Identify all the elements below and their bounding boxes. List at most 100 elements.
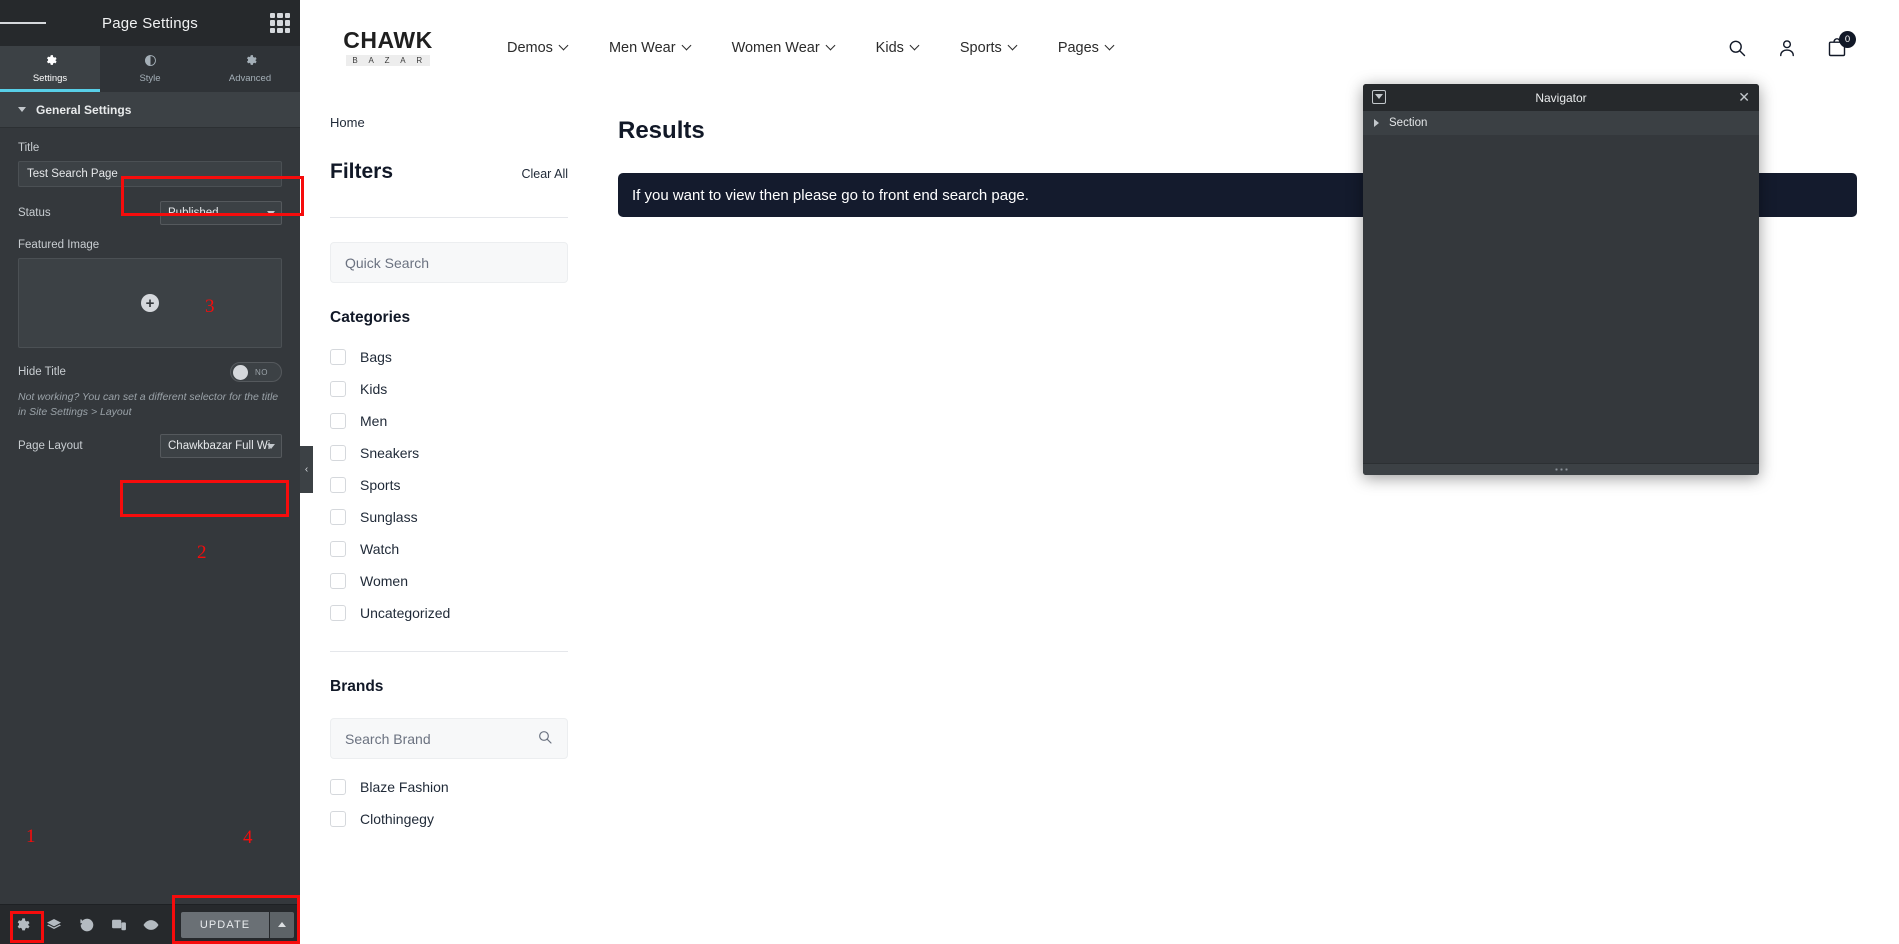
category-row-kids[interactable]: Kids xyxy=(330,373,568,405)
tab-label: Style xyxy=(139,73,161,84)
status-label: Status xyxy=(18,207,51,219)
category-label: Uncategorized xyxy=(360,605,451,621)
checkbox-icon[interactable] xyxy=(330,811,346,827)
category-row-sneakers[interactable]: Sneakers xyxy=(330,437,568,469)
nav-item-women-wear[interactable]: Women Wear xyxy=(711,40,855,56)
checkbox-icon[interactable] xyxy=(330,445,346,461)
checkbox-icon[interactable] xyxy=(330,381,346,397)
logo-line-1: CHAWK xyxy=(343,27,433,53)
title-input[interactable] xyxy=(18,161,282,187)
categories-title: Categories xyxy=(330,309,411,326)
site-logo[interactable]: CHAWK B A Z A R xyxy=(330,29,446,66)
gear-icon[interactable] xyxy=(6,905,38,944)
quick-search-input[interactable]: Quick Search xyxy=(330,242,568,283)
panel-header: Page Settings xyxy=(0,0,300,46)
brand-search-placeholder: Search Brand xyxy=(345,730,431,747)
user-icon[interactable] xyxy=(1777,38,1797,58)
chevron-right-icon[interactable] xyxy=(1374,119,1379,127)
apps-grid-icon[interactable] xyxy=(270,13,290,33)
divider xyxy=(330,217,568,218)
history-icon[interactable] xyxy=(70,905,102,944)
checkbox-icon[interactable] xyxy=(330,573,346,589)
chevron-down-icon xyxy=(267,211,275,216)
plus-icon[interactable]: + xyxy=(141,294,159,312)
cart-count-badge: 0 xyxy=(1839,30,1856,48)
site-header: CHAWK B A Z A R Demos Men Wear Women Wea… xyxy=(300,0,1899,95)
category-label: Sports xyxy=(360,477,401,493)
preview-eye-icon[interactable] xyxy=(135,905,167,944)
site-nav: Demos Men Wear Women Wear Kids Sports Pa… xyxy=(486,40,1134,56)
checkbox-icon[interactable] xyxy=(330,779,346,795)
category-label: Sneakers xyxy=(360,445,420,461)
filters-sidebar: Home Filters Clear All Quick Search Cate… xyxy=(330,95,568,835)
navigator-tree: Section xyxy=(1363,111,1759,463)
checkbox-icon[interactable] xyxy=(330,413,346,429)
page-layout-value: Chawkbazar Full Wi xyxy=(168,440,271,453)
checkbox-icon[interactable] xyxy=(330,349,346,365)
checkbox-icon[interactable] xyxy=(330,605,346,621)
brand-label: Clothingegy xyxy=(360,811,434,827)
clear-all-button[interactable]: Clear All xyxy=(521,167,568,181)
category-row-sports[interactable]: Sports xyxy=(330,469,568,501)
tab-settings[interactable]: Settings xyxy=(0,46,100,92)
brand-search-input[interactable]: Search Brand xyxy=(330,718,568,759)
category-label: Bags xyxy=(360,349,392,365)
hamburger-icon[interactable] xyxy=(0,0,46,46)
category-row-women[interactable]: Women xyxy=(330,565,568,597)
title-label: Title xyxy=(18,142,40,154)
update-button[interactable]: UPDATE xyxy=(181,911,270,938)
contrast-icon xyxy=(144,54,157,70)
checkbox-icon[interactable] xyxy=(330,541,346,557)
featured-image-dropzone[interactable]: + xyxy=(18,258,282,348)
navigator-item-section[interactable]: Section xyxy=(1363,111,1759,135)
featured-image-label: Featured Image xyxy=(18,239,100,251)
status-select[interactable]: Published xyxy=(160,201,282,225)
page-layout-label: Page Layout xyxy=(18,440,83,453)
category-row-bags[interactable]: Bags xyxy=(330,341,568,373)
search-icon[interactable] xyxy=(1727,38,1747,58)
category-row-uncategorized[interactable]: Uncategorized xyxy=(330,597,568,629)
nav-item-label: Demos xyxy=(507,39,553,56)
chevron-down-icon xyxy=(825,40,836,51)
checkbox-icon[interactable] xyxy=(330,509,346,525)
toggle-knob xyxy=(233,364,248,380)
dock-icon[interactable] xyxy=(1372,90,1386,104)
panel-collapse-handle[interactable]: ‹ xyxy=(300,446,313,493)
hide-title-hint: Not working? You can set a different sel… xyxy=(18,391,279,419)
responsive-icon[interactable] xyxy=(103,905,135,944)
nav-item-kids[interactable]: Kids xyxy=(855,40,939,56)
header-actions: 0 xyxy=(1727,30,1899,58)
elementor-panel: Page Settings Settings Style Advanced Ge… xyxy=(0,0,304,944)
tab-advanced[interactable]: Advanced xyxy=(200,46,300,92)
nav-item-label: Women Wear xyxy=(731,39,820,56)
section-label: General Settings xyxy=(36,102,132,117)
cart-icon[interactable]: 0 xyxy=(1827,30,1856,58)
category-label: Sunglass xyxy=(360,509,418,525)
category-row-sunglass[interactable]: Sunglass xyxy=(330,501,568,533)
breadcrumb[interactable]: Home xyxy=(330,115,568,130)
close-icon[interactable]: ✕ xyxy=(1738,88,1750,106)
layers-icon[interactable] xyxy=(38,905,70,944)
checkbox-icon[interactable] xyxy=(330,477,346,493)
panel-footer: UPDATE xyxy=(0,904,300,944)
category-row-men[interactable]: Men xyxy=(330,405,568,437)
navigator-panel: Navigator ✕ Section xyxy=(1363,84,1759,475)
nav-item-demos[interactable]: Demos xyxy=(486,40,588,56)
nav-item-sports[interactable]: Sports xyxy=(939,40,1037,56)
page-layout-select[interactable]: Chawkbazar Full Wi xyxy=(160,434,282,459)
nav-item-label: Sports xyxy=(959,39,1002,56)
search-icon[interactable] xyxy=(537,729,553,748)
section-general-settings[interactable]: General Settings xyxy=(0,92,300,128)
tab-style[interactable]: Style xyxy=(100,46,200,92)
resize-dots-icon[interactable] xyxy=(1363,463,1759,475)
brand-row-clothingegy[interactable]: Clothingegy xyxy=(330,803,568,835)
field-hide-title: Hide Title NO xyxy=(18,362,282,382)
hide-title-toggle[interactable]: NO xyxy=(230,362,282,382)
nav-item-men-wear[interactable]: Men Wear xyxy=(588,40,711,56)
update-options-button[interactable] xyxy=(270,911,295,938)
chevron-down-icon xyxy=(681,40,692,51)
filters-header: Filters Clear All xyxy=(330,160,568,184)
brand-row-blaze-fashion[interactable]: Blaze Fashion xyxy=(330,771,568,803)
nav-item-pages[interactable]: Pages xyxy=(1037,40,1134,56)
category-row-watch[interactable]: Watch xyxy=(330,533,568,565)
